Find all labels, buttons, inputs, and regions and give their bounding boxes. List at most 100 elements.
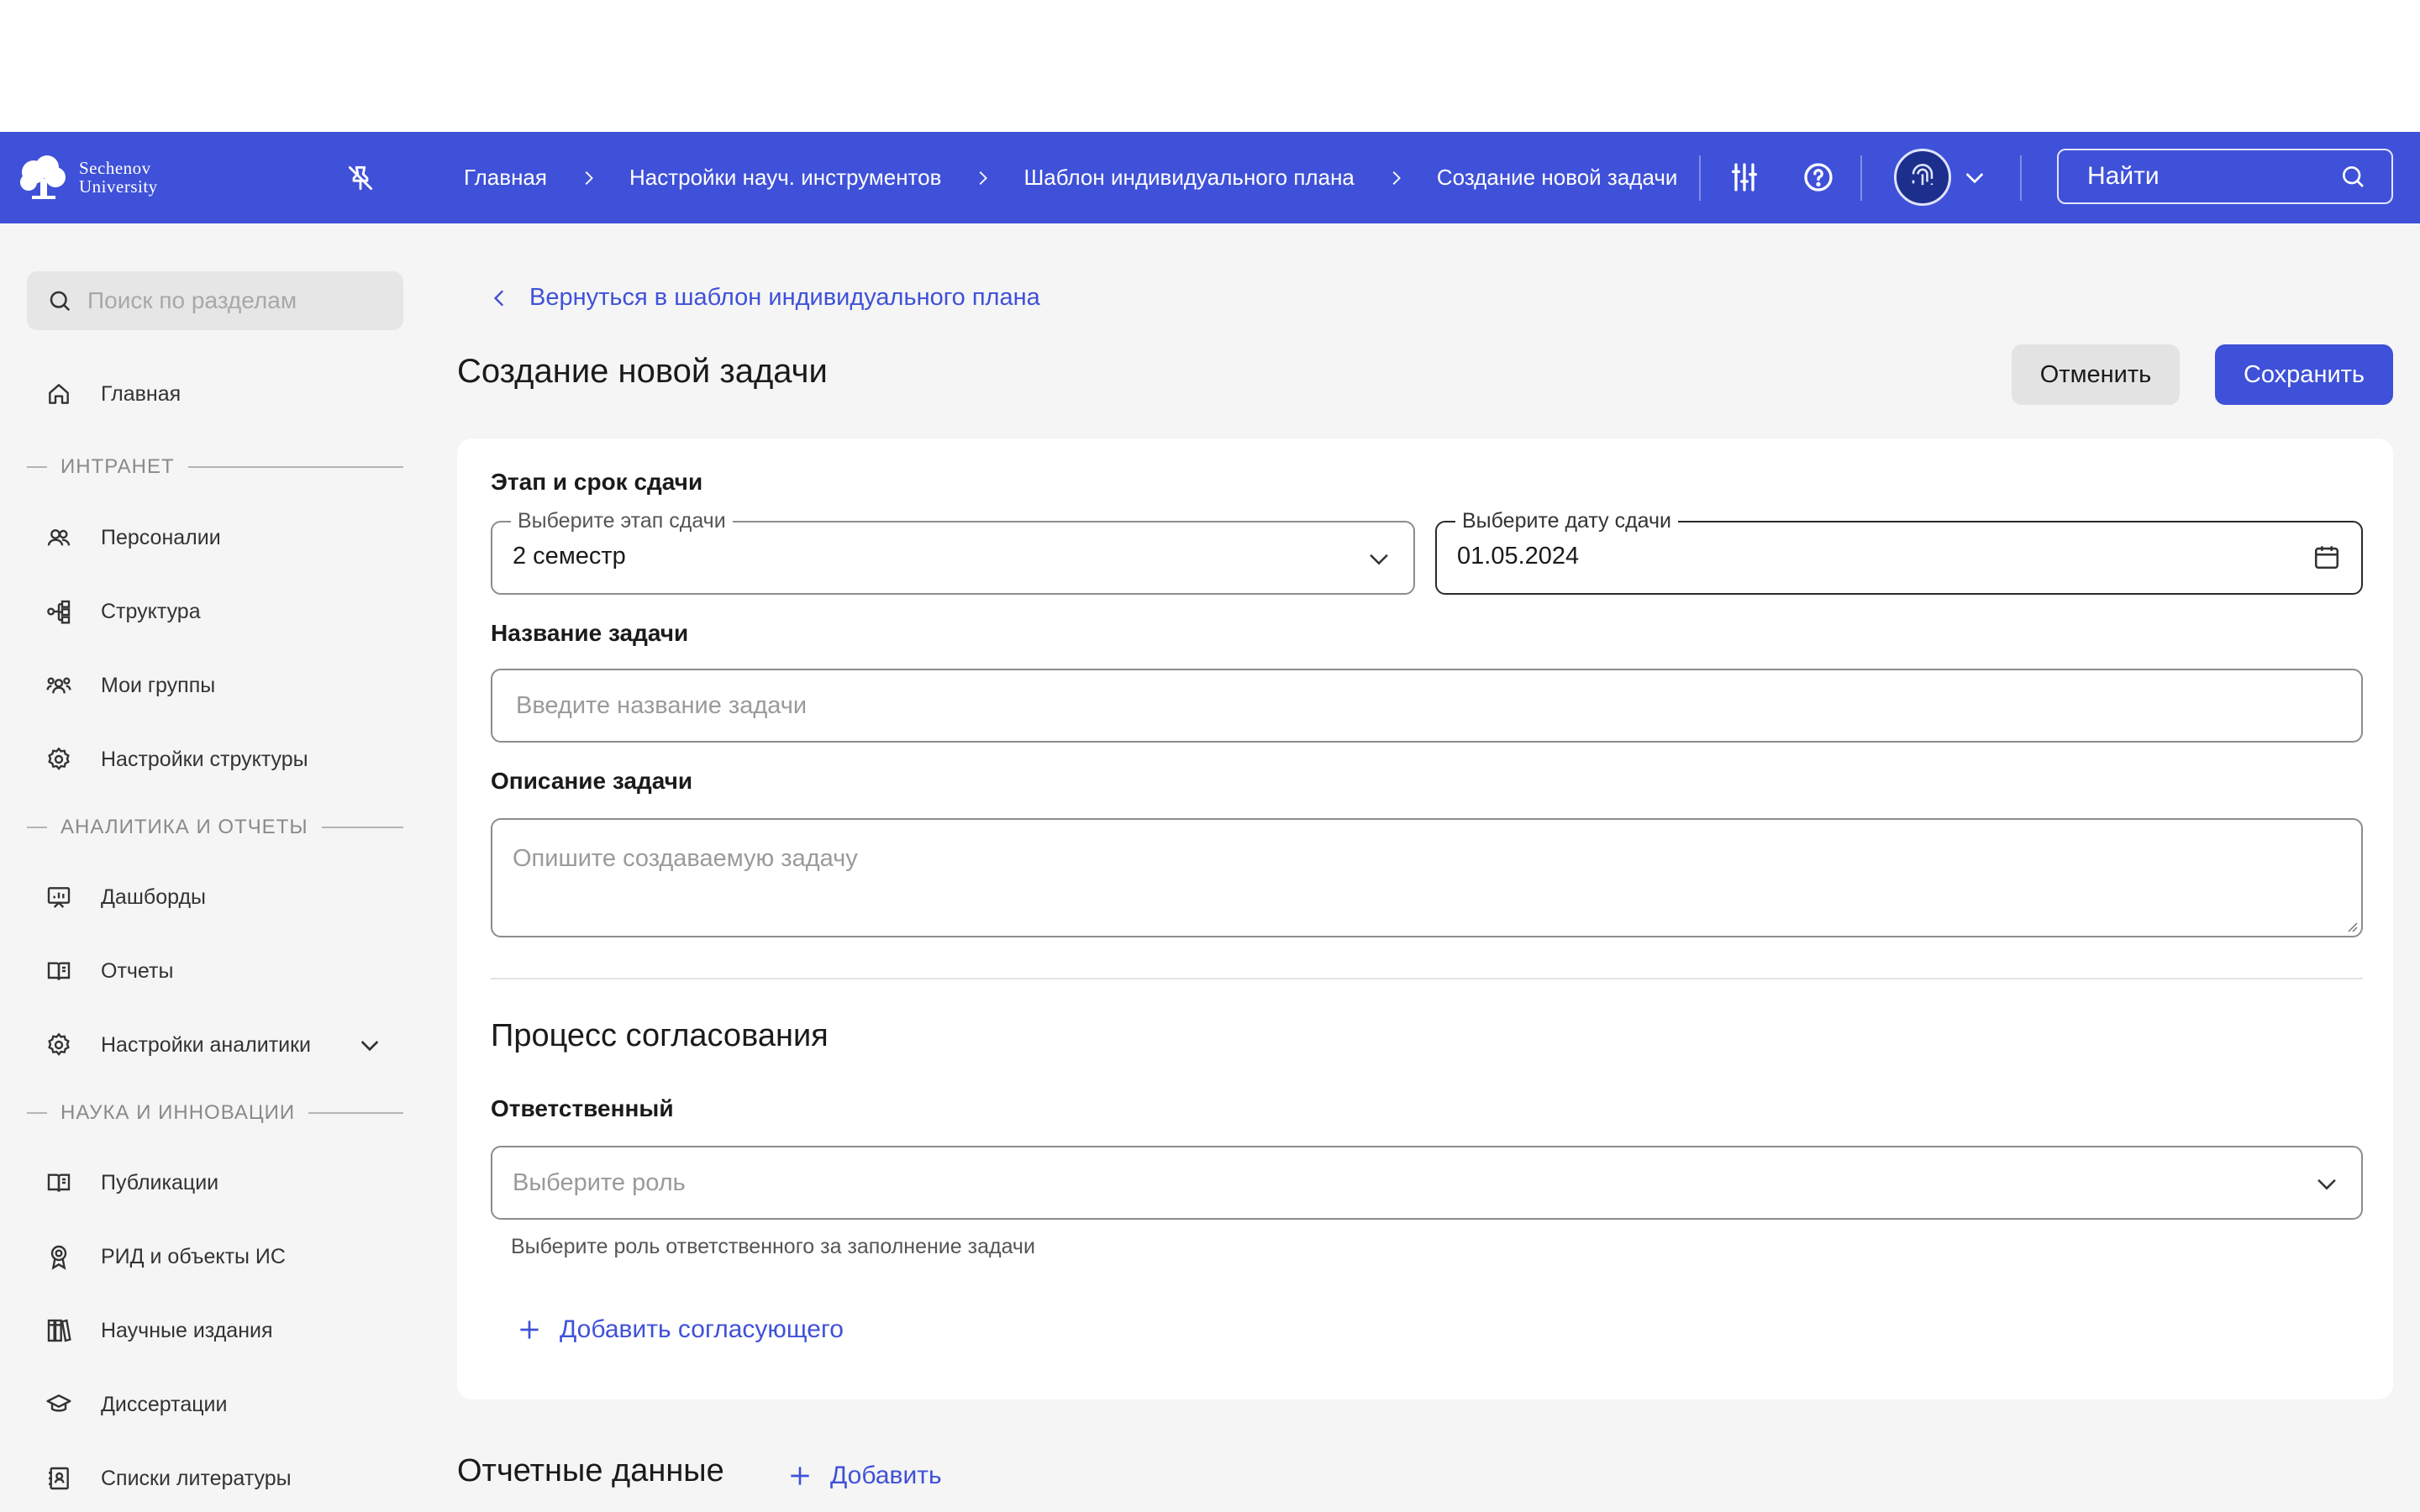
chevron-down-icon[interactable]: [356, 1032, 383, 1058]
role-select-placeholder: Выберите роль: [513, 1169, 686, 1196]
sidebar-item-rid[interactable]: РИД и объекты ИС: [45, 1240, 286, 1273]
sidebar-item-reports[interactable]: Отчеты: [45, 954, 173, 988]
sidebar-item-structure-settings[interactable]: Настройки структуры: [45, 743, 308, 776]
logo-tree-icon: [20, 155, 66, 199]
task-name-placeholder: Введите название задачи: [516, 692, 808, 719]
gear-icon: [48, 747, 70, 770]
due-date-value: 01.05.2024: [1457, 543, 1580, 570]
sidebar-item-structure[interactable]: Структура: [45, 595, 201, 628]
chevron-right-icon: [980, 171, 988, 185]
due-date-legend: Выберите дату сдачи: [1455, 509, 1679, 533]
task-description-label: Описание задачи: [491, 768, 693, 794]
sidebar-item-label: Списки литературы: [101, 1466, 292, 1490]
chevron-down-icon: [1370, 554, 1388, 565]
responsible-label: Ответственный: [491, 1095, 674, 1121]
chevron-down-icon: [2317, 1179, 2336, 1190]
sidebar-item-label: РИД и объекты ИС: [101, 1244, 286, 1268]
gear-icon: [48, 1032, 70, 1056]
sidebar-item-publications[interactable]: Публикации: [45, 1166, 218, 1200]
add-approver-button[interactable]: Добавить согласующего: [516, 1315, 844, 1344]
top-blank-area: [0, 0, 2420, 132]
breadcrumb-settings[interactable]: Настройки науч. инструментов: [629, 165, 941, 191]
breadcrumb: Главная Настройки науч. инструментов Шаб…: [464, 132, 1677, 223]
breadcrumb-current: Создание новой задачи: [1436, 165, 1678, 190]
avatar[interactable]: [1894, 149, 1951, 206]
page-title: Создание новой задачи: [457, 353, 828, 390]
sidebar-item-label: Персоналии: [101, 525, 221, 549]
sidebar-item-dashboards[interactable]: Дашборды: [45, 880, 206, 914]
sidebar-item-label: Настройки аналитики: [101, 1032, 312, 1057]
resize-handle-icon[interactable]: [2346, 921, 2358, 932]
add-report-data-button[interactable]: Добавить: [786, 1462, 942, 1490]
back-link[interactable]: Вернуться в шаблон индивидуального плана: [489, 284, 1040, 312]
pin-off-icon[interactable]: [345, 162, 376, 194]
sidebar-search-input[interactable]: Поиск по разделам: [27, 271, 403, 330]
logo-line-2: University: [79, 176, 158, 197]
book-icon: [47, 962, 71, 980]
sidebar-section-analytics: АНАЛИТИКА И ОТЧЕТЫ: [27, 816, 403, 839]
sidebar-item-dissertations[interactable]: Диссертации: [45, 1388, 227, 1421]
task-name-input[interactable]: Введите название задачи: [491, 669, 2363, 743]
sidebar-item-people[interactable]: Персоналии: [45, 521, 221, 554]
sidebar-section-label: НАУКА И ИННОВАЦИИ: [60, 1101, 296, 1124]
sidebar-item-label: Диссертации: [101, 1392, 228, 1416]
sidebar-item-journals[interactable]: Научные издания: [45, 1314, 273, 1347]
stage-select[interactable]: Выберите этап сдачи 2 семестр: [491, 509, 1415, 595]
sidebar-search-placeholder: Поиск по разделам: [87, 287, 297, 313]
add-approver-label: Добавить согласующего: [560, 1315, 844, 1343]
sidebar-section-label: ИНТРАНЕТ: [60, 455, 175, 478]
due-date-field[interactable]: Выберите дату сдачи 01.05.2024: [1435, 509, 2363, 595]
form-divider: [491, 978, 2363, 979]
top-header: Sechenov University Главная Настройки на…: [0, 132, 2420, 223]
header-divider: [2020, 155, 2022, 201]
stage-select-value: 2 семестр: [513, 543, 626, 570]
sidebar-section-label: АНАЛИТИКА И ОТЧЕТЫ: [60, 816, 308, 838]
sidebar-item-analytics-settings[interactable]: Настройки аналитики: [45, 1028, 311, 1062]
search-icon: [50, 291, 71, 312]
sidebar-item-my-groups[interactable]: Мои группы: [45, 669, 215, 702]
back-link-label: Вернуться в шаблон индивидуального плана: [529, 284, 1040, 311]
sidebar-item-label: Отчеты: [101, 958, 174, 983]
role-select[interactable]: Выберите роль: [491, 1146, 2363, 1220]
sidebar-item-label: Настройки структуры: [101, 747, 308, 771]
role-hint: Выберите роль ответственного за заполнен…: [511, 1235, 1035, 1258]
add-report-data-label: Добавить: [830, 1462, 942, 1489]
people-icon: [47, 529, 71, 546]
dashboard-icon: [47, 887, 71, 908]
breadcrumb-home[interactable]: Главная: [464, 165, 547, 191]
breadcrumb-template[interactable]: Шаблон индивидуального плана: [1023, 165, 1354, 191]
logo-text: Sechenov University: [79, 159, 158, 196]
logo-line-1: Sechenov: [79, 158, 151, 178]
sidebar-item-label: Структура: [101, 599, 201, 623]
filters-icon[interactable]: [1728, 160, 1761, 194]
global-search-input[interactable]: Найти: [2057, 149, 2393, 204]
task-name-label: Название задачи: [491, 620, 689, 646]
task-form-card: Этап и срок сдачи Выберите этап сдачи 2 …: [457, 438, 2393, 1399]
save-button[interactable]: Сохранить: [2215, 344, 2393, 405]
chevron-right-icon: [1392, 171, 1401, 185]
plus-icon: [791, 1467, 809, 1485]
task-description-textarea[interactable]: Опишите создаваемую задачу: [491, 818, 2363, 937]
sidebar-item-home[interactable]: Главная: [45, 377, 181, 411]
sidebar-item-label: Мои группы: [101, 673, 216, 697]
search-icon[interactable]: [2339, 163, 2366, 190]
sidebar-section-intranet: ИНТРАНЕТ: [27, 455, 403, 479]
calendar-icon[interactable]: [2312, 543, 2341, 571]
books-icon: [47, 1319, 71, 1342]
chevron-down-icon[interactable]: [1961, 164, 1988, 191]
sidebar: Поиск по разделам Главная ИНТРАНЕТ Персо…: [0, 223, 429, 1512]
help-icon[interactable]: [1802, 160, 1835, 194]
header-divider: [1699, 155, 1701, 201]
sidebar-item-literature[interactable]: Списки литературы: [45, 1462, 292, 1495]
logo[interactable]: Sechenov University: [17, 154, 158, 201]
fingerprint-icon: [1912, 164, 1933, 186]
chevron-left-icon: [493, 289, 504, 307]
sidebar-item-label: Дашборды: [101, 885, 206, 909]
report-data-title: Отчетные данные: [457, 1453, 724, 1488]
global-search-placeholder: Найти: [2087, 162, 2160, 190]
stage-select-legend: Выберите этап сдачи: [511, 509, 733, 533]
chevron-right-icon: [585, 171, 593, 185]
stage-section-label: Этап и срок сдачи: [491, 469, 703, 495]
groups-icon: [46, 677, 71, 694]
cancel-button[interactable]: Отменить: [2012, 344, 2180, 405]
